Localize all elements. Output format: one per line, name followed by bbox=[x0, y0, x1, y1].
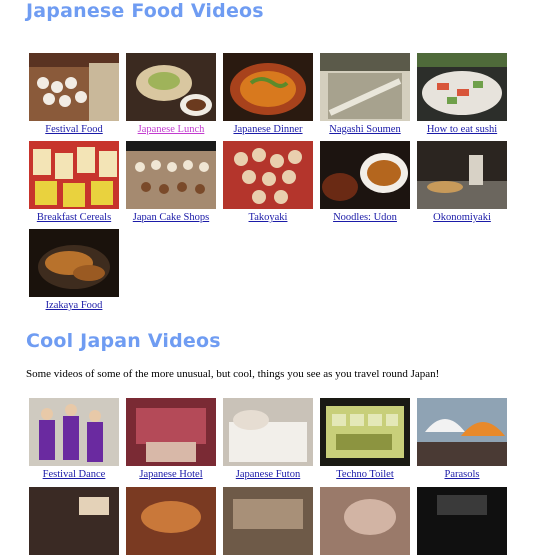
food-video-item: How to eat sushi bbox=[417, 53, 507, 136]
cool-video-item: Japanese Futon bbox=[223, 398, 313, 481]
video-link[interactable]: How to eat sushi bbox=[417, 123, 507, 136]
video-thumbnail[interactable] bbox=[320, 487, 410, 555]
cool-video-grid: Festival Dance Japanese Hotel Japanese Fut… bbox=[29, 398, 507, 557]
video-link[interactable]: Okonomiyaki bbox=[417, 211, 507, 224]
food-video-item: Japanese Lunch bbox=[126, 53, 216, 136]
video-link[interactable]: Nagashi Soumen bbox=[320, 123, 410, 136]
video-link[interactable]: Japanese Lunch bbox=[126, 123, 216, 136]
japanese-lunch-thumbnail[interactable] bbox=[126, 53, 216, 121]
food-video-item: Izakaya Food bbox=[29, 229, 119, 312]
food-video-item: Japan Cake Shops bbox=[126, 141, 216, 224]
video-thumbnail[interactable] bbox=[223, 487, 313, 555]
cool-video-item bbox=[126, 487, 216, 557]
food-section-heading: Japanese Food Videos bbox=[26, 0, 264, 22]
video-link[interactable]: Techno Toilet bbox=[320, 468, 410, 481]
techno-toilet-thumbnail[interactable] bbox=[320, 398, 410, 466]
izakaya-food-thumbnail[interactable] bbox=[29, 229, 119, 297]
food-video-item: Japanese Dinner bbox=[223, 53, 313, 136]
food-video-grid: Festival Food Japanese Lunch Japanese Dinn… bbox=[29, 53, 507, 312]
video-link[interactable]: Japanese Futon bbox=[223, 468, 313, 481]
food-video-item: Festival Food bbox=[29, 53, 119, 136]
japanese-dinner-thumbnail[interactable] bbox=[223, 53, 313, 121]
video-link[interactable]: Breakfast Cereals bbox=[29, 211, 119, 224]
video-thumbnail[interactable] bbox=[417, 487, 507, 555]
okonomiyaki-thumbnail[interactable] bbox=[417, 141, 507, 209]
food-video-item: Takoyaki bbox=[223, 141, 313, 224]
video-link[interactable]: Japanese Dinner bbox=[223, 123, 313, 136]
cool-video-item bbox=[223, 487, 313, 557]
sushi-thumbnail[interactable] bbox=[417, 53, 507, 121]
video-link[interactable]: Takoyaki bbox=[223, 211, 313, 224]
breakfast-cereals-thumbnail[interactable] bbox=[29, 141, 119, 209]
cake-shops-thumbnail[interactable] bbox=[126, 141, 216, 209]
video-link[interactable]: Japanese Hotel bbox=[126, 468, 216, 481]
video-thumbnail[interactable] bbox=[29, 487, 119, 555]
food-video-item: Okonomiyaki bbox=[417, 141, 507, 224]
cool-video-item: Parasols bbox=[417, 398, 507, 481]
video-link[interactable]: Izakaya Food bbox=[29, 299, 119, 312]
festival-food-thumbnail[interactable] bbox=[29, 53, 119, 121]
food-video-item: Breakfast Cereals bbox=[29, 141, 119, 224]
cool-video-item bbox=[29, 487, 119, 557]
festival-dance-thumbnail[interactable] bbox=[29, 398, 119, 466]
video-link[interactable]: Noodles: Udon bbox=[320, 211, 410, 224]
nagashi-soumen-thumbnail[interactable] bbox=[320, 53, 410, 121]
video-link[interactable]: Parasols bbox=[417, 468, 507, 481]
food-video-item: Nagashi Soumen bbox=[320, 53, 410, 136]
cool-video-item bbox=[320, 487, 410, 557]
futon-thumbnail[interactable] bbox=[223, 398, 313, 466]
udon-thumbnail[interactable] bbox=[320, 141, 410, 209]
cool-section-intro: Some videos of some of the more unusual,… bbox=[26, 368, 440, 380]
cool-video-item bbox=[417, 487, 507, 557]
cool-video-item: Japanese Hotel bbox=[126, 398, 216, 481]
parasols-thumbnail[interactable] bbox=[417, 398, 507, 466]
video-link[interactable]: Japan Cake Shops bbox=[126, 211, 216, 224]
video-link[interactable]: Festival Dance bbox=[29, 468, 119, 481]
cool-video-item: Festival Dance bbox=[29, 398, 119, 481]
food-video-item: Noodles: Udon bbox=[320, 141, 410, 224]
video-thumbnail[interactable] bbox=[126, 487, 216, 555]
takoyaki-thumbnail[interactable] bbox=[223, 141, 313, 209]
video-link[interactable]: Festival Food bbox=[29, 123, 119, 136]
japanese-hotel-thumbnail[interactable] bbox=[126, 398, 216, 466]
cool-video-item: Techno Toilet bbox=[320, 398, 410, 481]
cool-section-heading: Cool Japan Videos bbox=[26, 330, 221, 352]
